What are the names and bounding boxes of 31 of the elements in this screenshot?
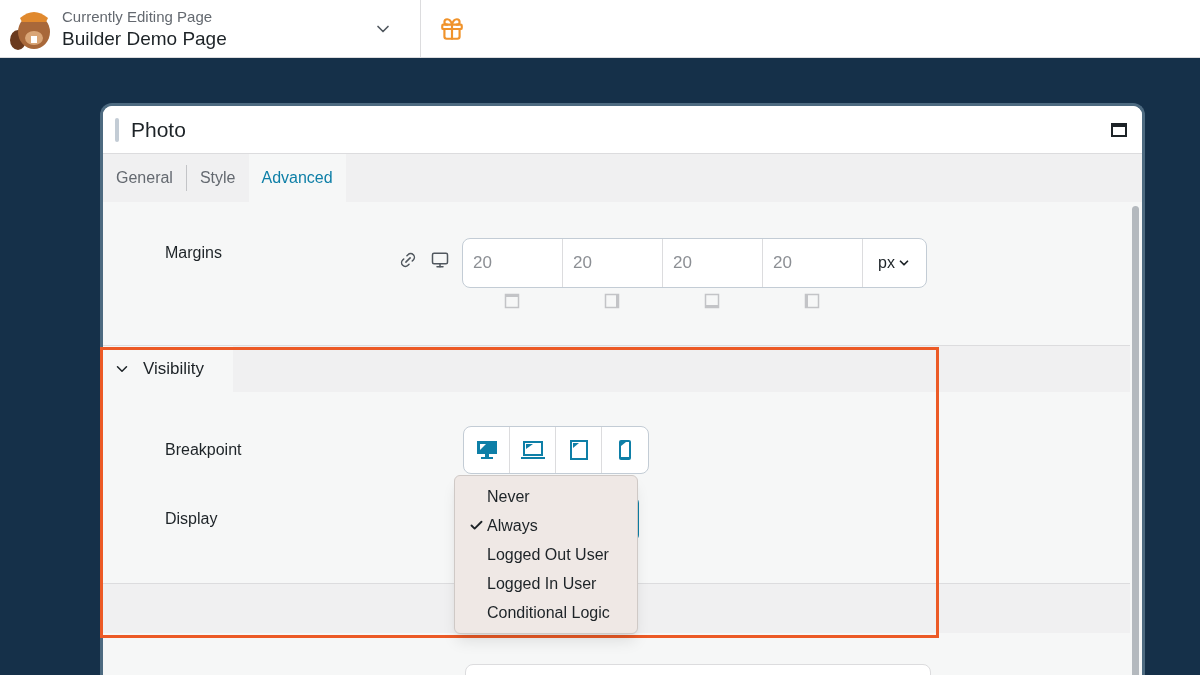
- tablet-icon: [568, 439, 589, 461]
- side-icon: [604, 293, 620, 309]
- page-subtitle: Currently Editing Page: [62, 6, 214, 27]
- menu-item-label: Logged In User: [487, 573, 597, 594]
- menu-item[interactable]: Logged Out User: [455, 540, 637, 569]
- page-title: Builder Demo Page: [62, 26, 228, 51]
- panel-tab[interactable]: Style: [186, 154, 249, 202]
- menu-item-label: Logged Out User: [487, 544, 609, 565]
- desktop-icon: [475, 439, 498, 461]
- menu-item-label: Never: [487, 486, 530, 507]
- menu-item[interactable]: Always: [455, 511, 637, 540]
- side-icon: [704, 293, 720, 309]
- desktop-icon[interactable]: [431, 251, 449, 269]
- phone-icon: [618, 439, 632, 461]
- laptop-icon: [520, 439, 545, 461]
- side-icon: [504, 293, 520, 309]
- side-icon: [804, 293, 820, 309]
- panel-tab[interactable]: General: [103, 154, 186, 202]
- gift-icon[interactable]: [439, 15, 465, 42]
- menu-item-label: Conditional Logic: [487, 602, 610, 623]
- menu-item[interactable]: Never: [455, 482, 637, 511]
- field-label: Margins: [165, 243, 223, 263]
- panel-title: Photo: [131, 116, 186, 143]
- section-toggle[interactable]: Visibility: [103, 346, 233, 392]
- field-label: Display: [165, 509, 219, 529]
- panel-tab[interactable]: Advanced: [248, 154, 346, 202]
- menu-item[interactable]: Logged In User: [455, 569, 637, 598]
- menu-item-label: Always: [487, 515, 538, 536]
- field-label: Breakpoint: [165, 440, 243, 460]
- maximize-icon[interactable]: [1111, 122, 1127, 137]
- menu-item[interactable]: Conditional Logic: [455, 598, 637, 627]
